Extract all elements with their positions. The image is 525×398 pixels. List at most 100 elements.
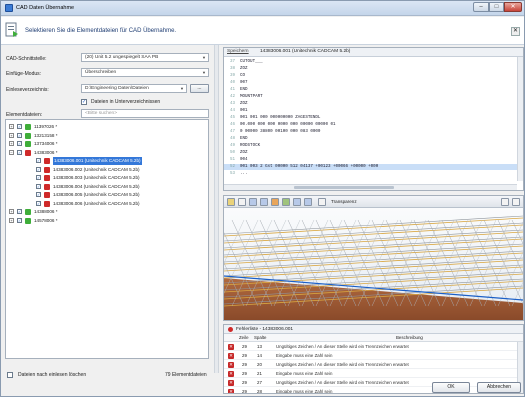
- error-row[interactable]: ✕ 29 20 Ungültiges Zeichen / An dieser Stel…: [224, 360, 523, 369]
- tree-item-checkbox[interactable]: ✓: [36, 166, 41, 172]
- expand-toggle-icon[interactable]: +: [9, 124, 14, 129]
- line-number: 41: [229, 88, 235, 92]
- error-row[interactable]: ✕ 29 14 Eingabe muss eine Zahl sein: [224, 351, 523, 360]
- code-line[interactable]: 50 ZOZ: [224, 150, 523, 156]
- rotate-icon[interactable]: [293, 198, 301, 206]
- line-number: 39: [229, 74, 235, 78]
- error-row[interactable]: ✕ 29 21 Eingabe muss eine Zahl sein: [224, 369, 523, 378]
- ok-button[interactable]: OK: [432, 382, 470, 393]
- tree-item-checkbox[interactable]: ✓: [36, 183, 41, 189]
- tree-item-checkbox[interactable]: ✓: [17, 209, 22, 214]
- error-line: 29: [242, 380, 247, 385]
- maximize-button[interactable]: □: [489, 2, 504, 12]
- panel-collapse-icon[interactable]: [512, 198, 520, 206]
- code-line[interactable]: 51 004: [224, 157, 523, 163]
- scroll-thumb[interactable]: [294, 186, 394, 189]
- browse-button[interactable]: ...: [190, 84, 209, 93]
- code-line[interactable]: 39 CO: [224, 73, 523, 79]
- ok-status-icon: [25, 132, 31, 139]
- line-number: 51: [229, 158, 235, 162]
- code-line[interactable]: 44 001: [224, 108, 523, 114]
- tree-item-checkbox[interactable]: ✓: [17, 124, 22, 129]
- pointer-icon[interactable]: [238, 198, 246, 206]
- 3d-model-render[interactable]: [224, 208, 523, 320]
- error-column: 13: [257, 344, 262, 349]
- elements-label: Elementdateien:: [6, 112, 43, 118]
- line-number: 47: [229, 130, 235, 134]
- line-number: 38: [229, 67, 235, 71]
- reinforcement-mesh: [224, 215, 523, 320]
- tree-item-checkbox[interactable]: ✓: [36, 192, 41, 197]
- file-content-view: Speichern 14383006.001 (Unitechnik CADCA…: [223, 47, 524, 191]
- insert-mode-label: Einfüge-Modus:: [6, 71, 42, 77]
- minimize-button[interactable]: –: [473, 2, 489, 12]
- col-column[interactable]: Spalte: [254, 334, 266, 342]
- read-dir-value: D:\Engineering Daten\Dateien: [85, 86, 149, 91]
- tree-item-checkbox[interactable]: ✓: [36, 175, 41, 180]
- code-line[interactable]: 40 007: [224, 80, 523, 86]
- code-line[interactable]: 37 CUTOUT___: [224, 59, 523, 65]
- tree-item-checkbox[interactable]: ✓: [36, 158, 41, 163]
- close-button[interactable]: ✕: [504, 2, 522, 12]
- tree-item-checkbox[interactable]: ✓: [17, 141, 22, 146]
- tree-item-checkbox[interactable]: ✓: [17, 132, 22, 138]
- error-column: 14: [257, 353, 262, 358]
- interface-select[interactable]: (20) Unit 5.2 ungespiegelt SAA PB ▼: [81, 53, 209, 62]
- code-line[interactable]: 52 001 003 2 Gst 00000 512 04137 +00123 +…: [224, 164, 523, 170]
- side-view-icon[interactable]: [260, 198, 268, 206]
- line-text: 0 00000 38800 00100 000 083 0000: [240, 130, 321, 134]
- transparency-checkbox[interactable]: [318, 198, 326, 206]
- col-description[interactable]: Beschreibung: [396, 334, 423, 342]
- read-dir-field[interactable]: D:\Engineering Daten\Dateien ▼: [81, 84, 187, 93]
- panel-splitter[interactable]: [214, 45, 219, 373]
- line-text: MOUNTPART: [240, 95, 263, 99]
- line-number: 37: [229, 60, 235, 64]
- zoom-icon[interactable]: [304, 198, 312, 206]
- delete-after-checkbox[interactable]: [7, 372, 13, 378]
- element-search-input[interactable]: <Bitte suchen>: [81, 109, 209, 118]
- code-horizontal-scrollbar[interactable]: [224, 184, 517, 190]
- code-line[interactable]: 42 MOUNTPART: [224, 94, 523, 100]
- expand-toggle-icon[interactable]: +: [9, 132, 14, 138]
- error-row[interactable]: ✕ 29 13 Ungültiges Zeichen / An dieser Stel…: [224, 342, 523, 351]
- code-line[interactable]: 41 END: [224, 87, 523, 93]
- file-tab[interactable]: 14383006.001 (Unitechnik CADCAM 5.2b): [260, 49, 350, 54]
- front-view-icon[interactable]: [249, 198, 257, 206]
- code-line[interactable]: 53...: [224, 171, 523, 177]
- chevron-down-icon: ▼: [180, 86, 184, 91]
- code-vertical-scrollbar[interactable]: [517, 57, 523, 181]
- code-line[interactable]: 38 ZOZ: [224, 66, 523, 72]
- import-icon: [5, 22, 18, 37]
- tree-item-label: 14383006.003 (Unitechnik CADCAM 5.2b): [53, 175, 140, 180]
- cancel-button[interactable]: Abbrechen: [477, 382, 521, 393]
- expand-toggle-icon[interactable]: +: [9, 141, 14, 146]
- expand-toggle-icon[interactable]: −: [9, 149, 14, 155]
- tree-item-checkbox[interactable]: ✓: [17, 217, 22, 223]
- tree-item-checkbox[interactable]: ✓: [17, 149, 22, 155]
- tree-item-label: 11397026 *: [34, 124, 58, 129]
- tree-item-label: 14383006.001 (Unitechnik CADCAM 5.2b): [53, 157, 142, 165]
- line-number: 42: [229, 95, 235, 99]
- tree-item-checkbox[interactable]: ✓: [36, 200, 41, 206]
- col-line[interactable]: Zeile: [239, 334, 249, 342]
- insert-mode-select-value: Überschreiben: [85, 70, 117, 75]
- code-line[interactable]: 43 ZOZ: [224, 101, 523, 107]
- banner-close-icon[interactable]: ✕: [511, 27, 520, 36]
- expand-toggle-icon[interactable]: +: [9, 217, 14, 223]
- home-view-icon[interactable]: [227, 198, 235, 206]
- expand-toggle-icon[interactable]: +: [9, 209, 14, 214]
- top-view-icon[interactable]: [271, 198, 279, 206]
- code-line[interactable]: 46 00.000 000 000 0000 000 00000 00000 01: [224, 122, 523, 128]
- code-line[interactable]: 45 001 001 000 000000000 ZAGESTENDL: [224, 115, 523, 121]
- iso-view-icon[interactable]: [282, 198, 290, 206]
- insert-mode-select[interactable]: Überschreiben ▼: [81, 68, 209, 77]
- subdir-checkbox[interactable]: ✓: [81, 99, 87, 105]
- code-line[interactable]: 47 0 00000 38800 00100 000 083 0000: [224, 129, 523, 135]
- line-text: CUTOUT___: [240, 60, 263, 64]
- tree-item-label: 14578006 *: [34, 217, 58, 223]
- code-line[interactable]: 49 RODSTOCK: [224, 143, 523, 149]
- code-line[interactable]: 48 END: [224, 136, 523, 142]
- panel-layout-icon[interactable]: [501, 198, 509, 206]
- save-link[interactable]: Speichern: [227, 49, 249, 54]
- error-description: Ungültiges Zeichen / An dieser Stelle wi…: [276, 362, 409, 367]
